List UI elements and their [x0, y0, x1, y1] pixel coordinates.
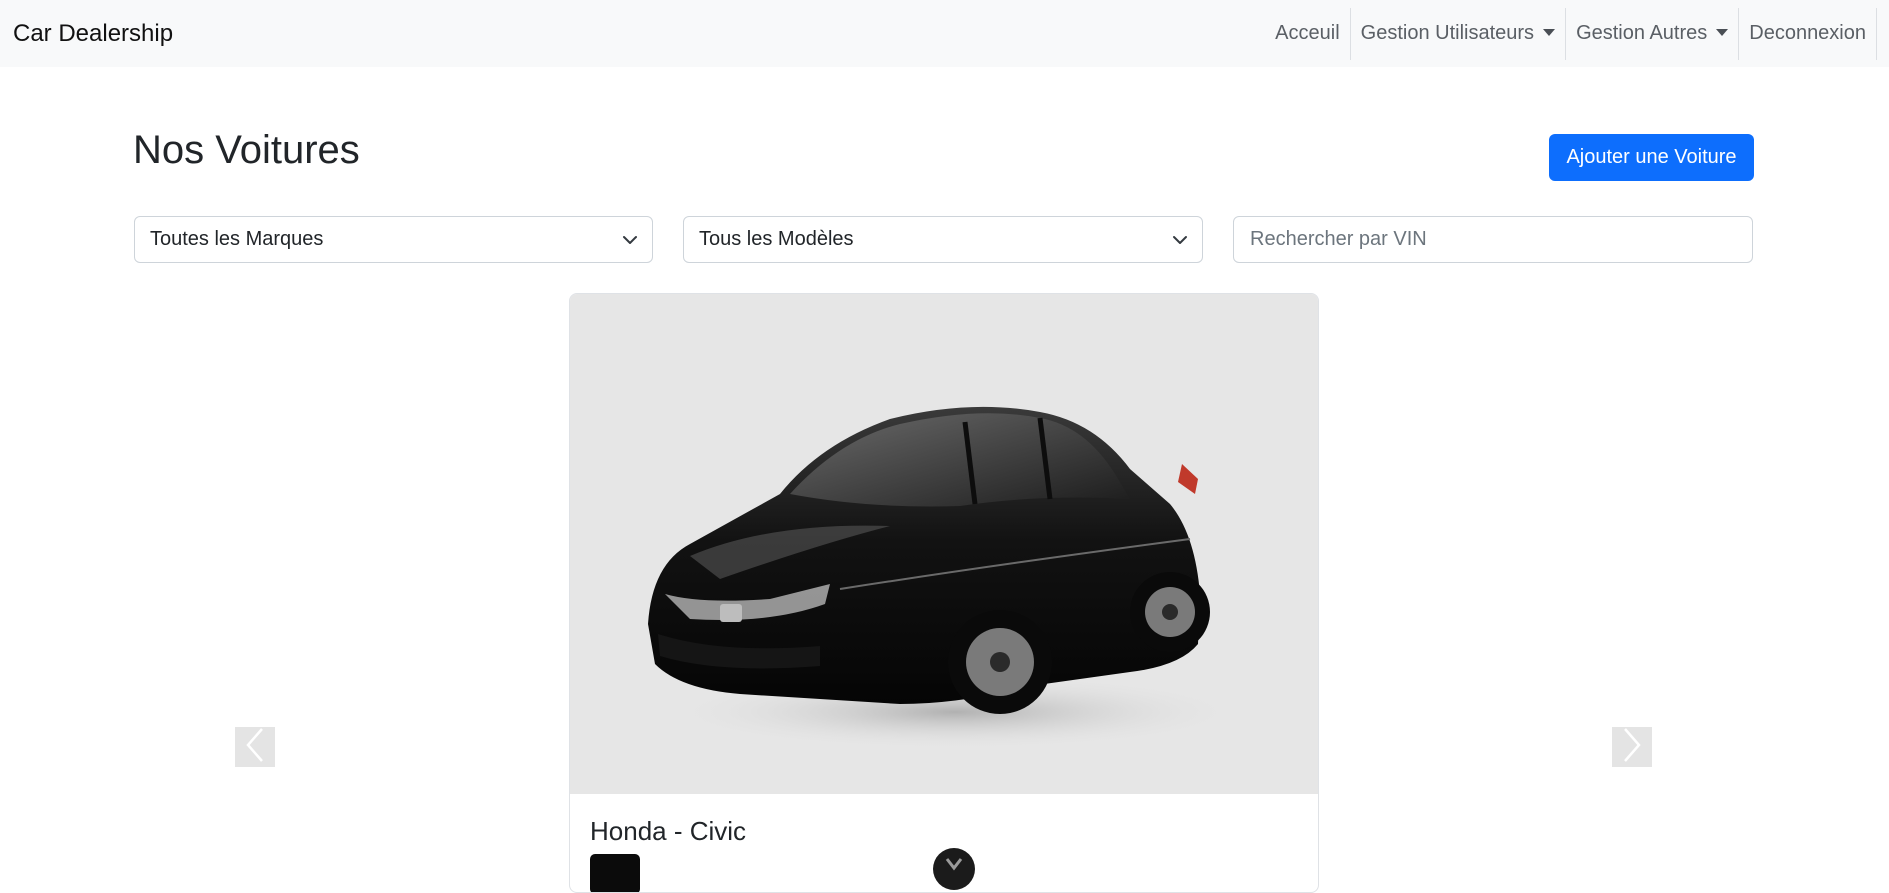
- nav-acceuil[interactable]: Acceuil: [1265, 8, 1349, 60]
- top-navbar: Car Dealership Acceuil Gestion Utilisate…: [0, 0, 1889, 67]
- brand-select[interactable]: Toutes les Marques: [134, 216, 653, 263]
- chevron-down-icon: [622, 232, 638, 248]
- car-card: Honda - Civic: [569, 293, 1319, 893]
- chevron-right-icon: [1621, 727, 1643, 768]
- chevron-down-icon: [1172, 232, 1188, 248]
- car-card-title: Honda - Civic: [590, 816, 747, 846]
- vin-search-input[interactable]: [1233, 216, 1753, 263]
- brand-logo[interactable]: Car Dealership: [13, 20, 173, 48]
- chevron-down-icon[interactable]: [933, 848, 975, 890]
- nav-gestion-autres-dropdown[interactable]: Gestion Autres: [1565, 7, 1738, 60]
- nav-gestion-autres-label: Gestion Autres: [1576, 22, 1708, 44]
- caret-down-icon: [1716, 29, 1729, 36]
- nav-deconnexion-label: Deconnexion: [1749, 22, 1866, 44]
- page-title: Nos Voitures: [133, 128, 360, 172]
- nav-deconnexion[interactable]: Deconnexion: [1738, 7, 1877, 60]
- model-select[interactable]: Tous les Modèles: [683, 216, 1203, 263]
- nav-acceuil-label: Acceuil: [1275, 22, 1340, 44]
- nav-gestion-utilisateurs-dropdown[interactable]: Gestion Utilisateurs: [1349, 7, 1565, 60]
- add-car-button[interactable]: Ajouter une Voiture: [1549, 134, 1754, 181]
- caret-down-icon: [1543, 29, 1556, 36]
- model-select-value: Tous les Modèles: [699, 228, 854, 250]
- carousel-prev-button[interactable]: [235, 727, 275, 767]
- nav-gestion-utilisateurs-label: Gestion Utilisateurs: [1360, 22, 1535, 44]
- nav-links: Acceuil Gestion Utilisateurs Gestion Aut…: [1265, 0, 1877, 67]
- chevron-left-icon: [244, 727, 266, 768]
- carousel-next-button[interactable]: [1612, 727, 1652, 767]
- car-image: [570, 294, 1318, 794]
- brand-select-value: Toutes les Marques: [150, 228, 324, 250]
